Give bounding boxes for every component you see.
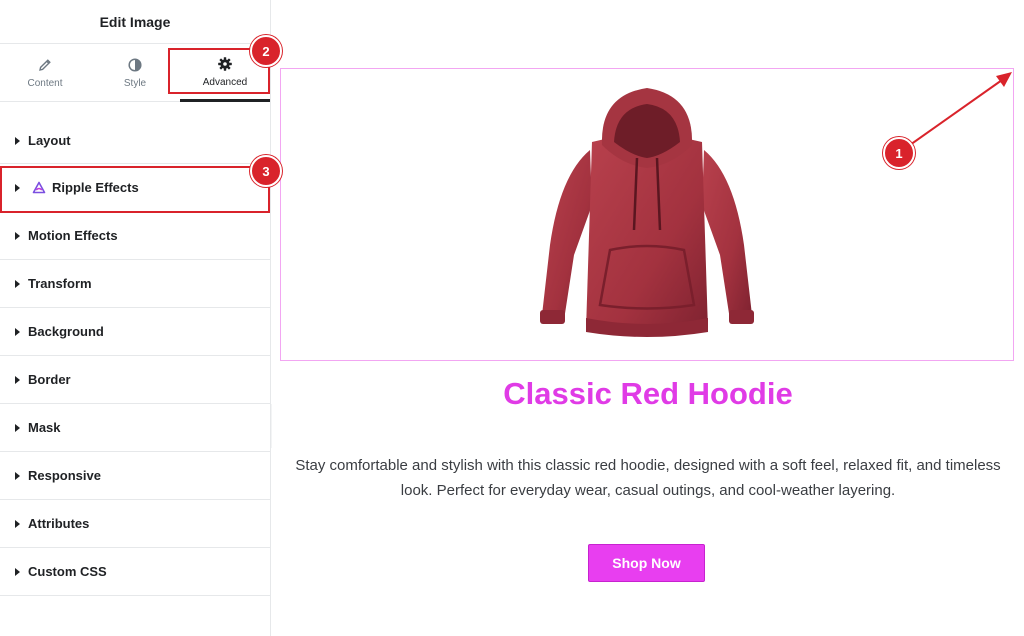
tab-style[interactable]: Style <box>90 44 180 101</box>
caret-right-icon <box>15 231 20 240</box>
caret-right-icon <box>15 471 20 480</box>
section-responsive[interactable]: Responsive <box>0 452 270 500</box>
annotation-badge-1: 1 <box>883 137 915 169</box>
annotation-badge-3: 3 <box>250 155 282 187</box>
section-label: Layout <box>28 133 71 148</box>
annotation-badge-2: 2 <box>250 35 282 67</box>
caret-right-icon <box>15 136 20 145</box>
ripple-effects-highlight <box>0 166 270 213</box>
tab-style-label: Style <box>123 77 147 89</box>
section-border[interactable]: Border <box>0 356 270 404</box>
section-background[interactable]: Background <box>0 308 270 356</box>
caret-right-icon <box>15 567 20 576</box>
section-label: Attributes <box>28 516 90 531</box>
caret-right-icon <box>15 375 20 384</box>
image-widget[interactable] <box>280 68 1014 361</box>
section-label: Custom CSS <box>28 564 107 579</box>
editor-panel: Edit Image Content Style Advanced Layout… <box>0 0 271 636</box>
tab-content[interactable]: Content <box>0 44 90 101</box>
section-label: Motion Effects <box>28 228 118 243</box>
section-motion-effects[interactable]: Motion Effects <box>0 212 270 260</box>
section-label: Border <box>28 372 71 387</box>
product-description: Stay comfortable and stylish with this c… <box>295 457 1001 499</box>
pencil-icon <box>39 58 51 71</box>
section-label: Background <box>28 324 104 339</box>
product-title: Classic Red Hoodie <box>503 376 793 411</box>
tab-content-label: Content <box>27 77 63 89</box>
hoodie-image <box>540 87 754 337</box>
section-custom-css[interactable]: Custom CSS <box>0 548 270 596</box>
section-transform[interactable]: Transform <box>0 260 270 308</box>
panel-title: Edit Image <box>99 13 171 30</box>
section-layout[interactable]: Layout <box>0 118 270 164</box>
section-attributes[interactable]: Attributes <box>0 500 270 548</box>
panel-header: Edit Image <box>0 0 270 44</box>
section-label: Transform <box>28 276 92 291</box>
caret-right-icon <box>15 279 20 288</box>
preview-canvas: Classic Red Hoodie Stay comfortable and … <box>272 0 1024 636</box>
caret-right-icon <box>15 327 20 336</box>
caret-right-icon <box>15 519 20 528</box>
shop-now-button[interactable]: Shop Now <box>588 544 705 582</box>
section-label: Mask <box>28 420 61 435</box>
section-label: Responsive <box>28 468 101 483</box>
caret-right-icon <box>15 423 20 432</box>
contrast-icon <box>128 57 142 72</box>
section-mask[interactable]: Mask <box>0 404 270 452</box>
